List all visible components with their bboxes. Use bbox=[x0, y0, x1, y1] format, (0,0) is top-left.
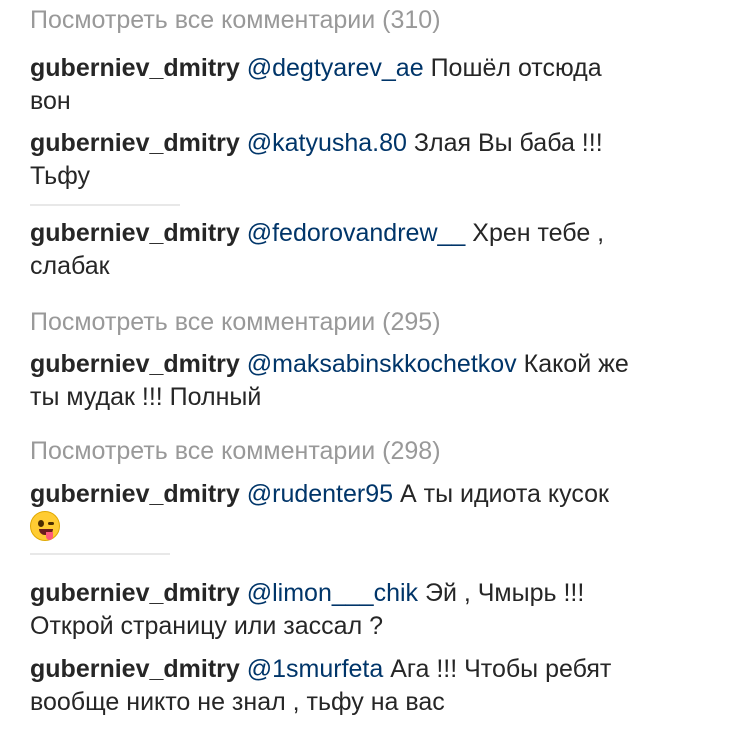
comment-text-continued: слабак bbox=[30, 252, 110, 280]
comment-username[interactable]: guberniev_dmitry bbox=[30, 655, 240, 683]
comment-mention[interactable]: @maksabinskkochetkov bbox=[247, 350, 517, 378]
comment-text: А ты идиота кусок bbox=[400, 480, 609, 508]
comment-username[interactable]: guberniev_dmitry bbox=[30, 350, 240, 378]
divider bbox=[30, 553, 170, 555]
comment-text: Какой же bbox=[523, 350, 629, 378]
comment-mention[interactable]: @limon___chik bbox=[247, 579, 418, 607]
comment-mention[interactable]: @1smurfeta bbox=[247, 655, 384, 683]
comment-text: Злая Вы баба !!! bbox=[413, 129, 603, 157]
comment-username[interactable]: guberniev_dmitry bbox=[30, 54, 240, 82]
view-all-label[interactable]: Посмотреть все комментарии (295) bbox=[30, 308, 441, 336]
comment: guberniev_dmitry @1smurfeta Ага !!! Чтоб… bbox=[30, 653, 716, 719]
comment-mention[interactable]: @katyusha.80 bbox=[247, 129, 407, 157]
comment-text-continued: вообще никто не знал , тьфу на вас bbox=[30, 688, 445, 716]
comment-text: Эй , Чмырь !!! bbox=[424, 579, 585, 607]
comment-username[interactable]: guberniev_dmitry bbox=[30, 579, 240, 607]
comment-mention[interactable]: @fedorovandrew__ bbox=[247, 219, 466, 247]
comment: guberniev_dmitry @fedorovandrew__ Хрен т… bbox=[30, 217, 716, 283]
comment-text-continued: Тьфу bbox=[30, 162, 90, 190]
view-all-comments-link[interactable]: Посмотреть все комментарии (295) bbox=[30, 306, 716, 339]
view-all-label[interactable]: Посмотреть все комментарии (298) bbox=[30, 437, 441, 465]
comment: guberniev_dmitry @maksabinskkochetkov Ка… bbox=[30, 348, 716, 414]
comment-text: Пошёл отсюда bbox=[430, 54, 602, 82]
comment-text-continued: вон bbox=[30, 87, 71, 115]
comment: guberniev_dmitry @rudenter95 А ты идиота… bbox=[30, 478, 716, 544]
comment-text: Хрен тебе , bbox=[472, 219, 605, 247]
zany-face-emoji bbox=[30, 511, 60, 541]
comment: guberniev_dmitry @limon___chik Эй , Чмыр… bbox=[30, 577, 716, 643]
comment-text-continued: Открой страницу или зассал ? bbox=[30, 612, 384, 640]
comment-mention[interactable]: @rudenter95 bbox=[247, 480, 393, 508]
view-all-comments-link[interactable]: Посмотреть все комментарии (310) bbox=[30, 4, 716, 37]
view-all-comments-link[interactable]: Посмотреть все комментарии (298) bbox=[30, 435, 716, 468]
comment-username[interactable]: guberniev_dmitry bbox=[30, 480, 240, 508]
view-all-label[interactable]: Посмотреть все комментарии (310) bbox=[30, 6, 441, 34]
comment-username[interactable]: guberniev_dmitry bbox=[30, 129, 240, 157]
comment-username[interactable]: guberniev_dmitry bbox=[30, 219, 240, 247]
comment: guberniev_dmitry @katyusha.80 Злая Вы ба… bbox=[30, 127, 716, 193]
comment: guberniev_dmitry @degtyarev_ae Пошёл отс… bbox=[30, 52, 716, 118]
comment-text-continued: ты мудак !!! Полный bbox=[30, 383, 262, 411]
divider bbox=[30, 204, 180, 206]
comment-mention[interactable]: @degtyarev_ae bbox=[247, 54, 424, 82]
comment-text: Ага !!! Чтобы ребят bbox=[390, 655, 612, 683]
